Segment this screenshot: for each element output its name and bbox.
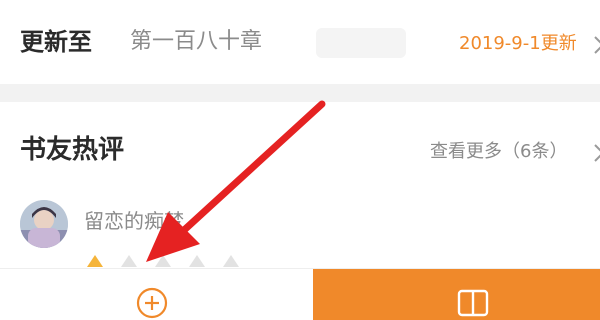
book-detail-page: 更新至 第一百八十章 2019-9-1更新 书友热评 查看更多（6条） 留恋的痴… <box>0 0 600 320</box>
add-to-shelf-button[interactable] <box>0 269 312 320</box>
blurred-placeholder <box>316 28 406 58</box>
chevron-right-icon[interactable] <box>592 142 600 164</box>
section-divider <box>0 84 600 102</box>
chevron-right-icon <box>594 36 600 54</box>
star-empty-icon <box>223 255 239 267</box>
bottom-action-bar <box>0 268 600 320</box>
read-book-button[interactable] <box>313 269 600 320</box>
open-book-icon <box>457 289 489 317</box>
reviewer-name: 留恋的痴梦 <box>84 209 184 233</box>
star-filled-icon <box>87 255 103 267</box>
reviewer-avatar[interactable] <box>20 200 68 248</box>
update-date: 2019-9-1更新 <box>459 33 577 54</box>
view-more-reviews-link[interactable]: 查看更多（6条） <box>430 138 567 166</box>
update-label: 更新至 <box>20 28 92 56</box>
reviews-section-title: 书友热评 <box>20 135 125 165</box>
star-empty-icon <box>155 255 171 267</box>
avatar-image <box>20 200 68 248</box>
star-empty-icon <box>189 255 205 267</box>
latest-chapter: 第一百八十章 <box>130 29 263 54</box>
star-empty-icon <box>121 255 137 267</box>
plus-circle-icon <box>136 287 168 319</box>
latest-update-row[interactable]: 更新至 第一百八十章 2019-9-1更新 <box>0 0 600 84</box>
